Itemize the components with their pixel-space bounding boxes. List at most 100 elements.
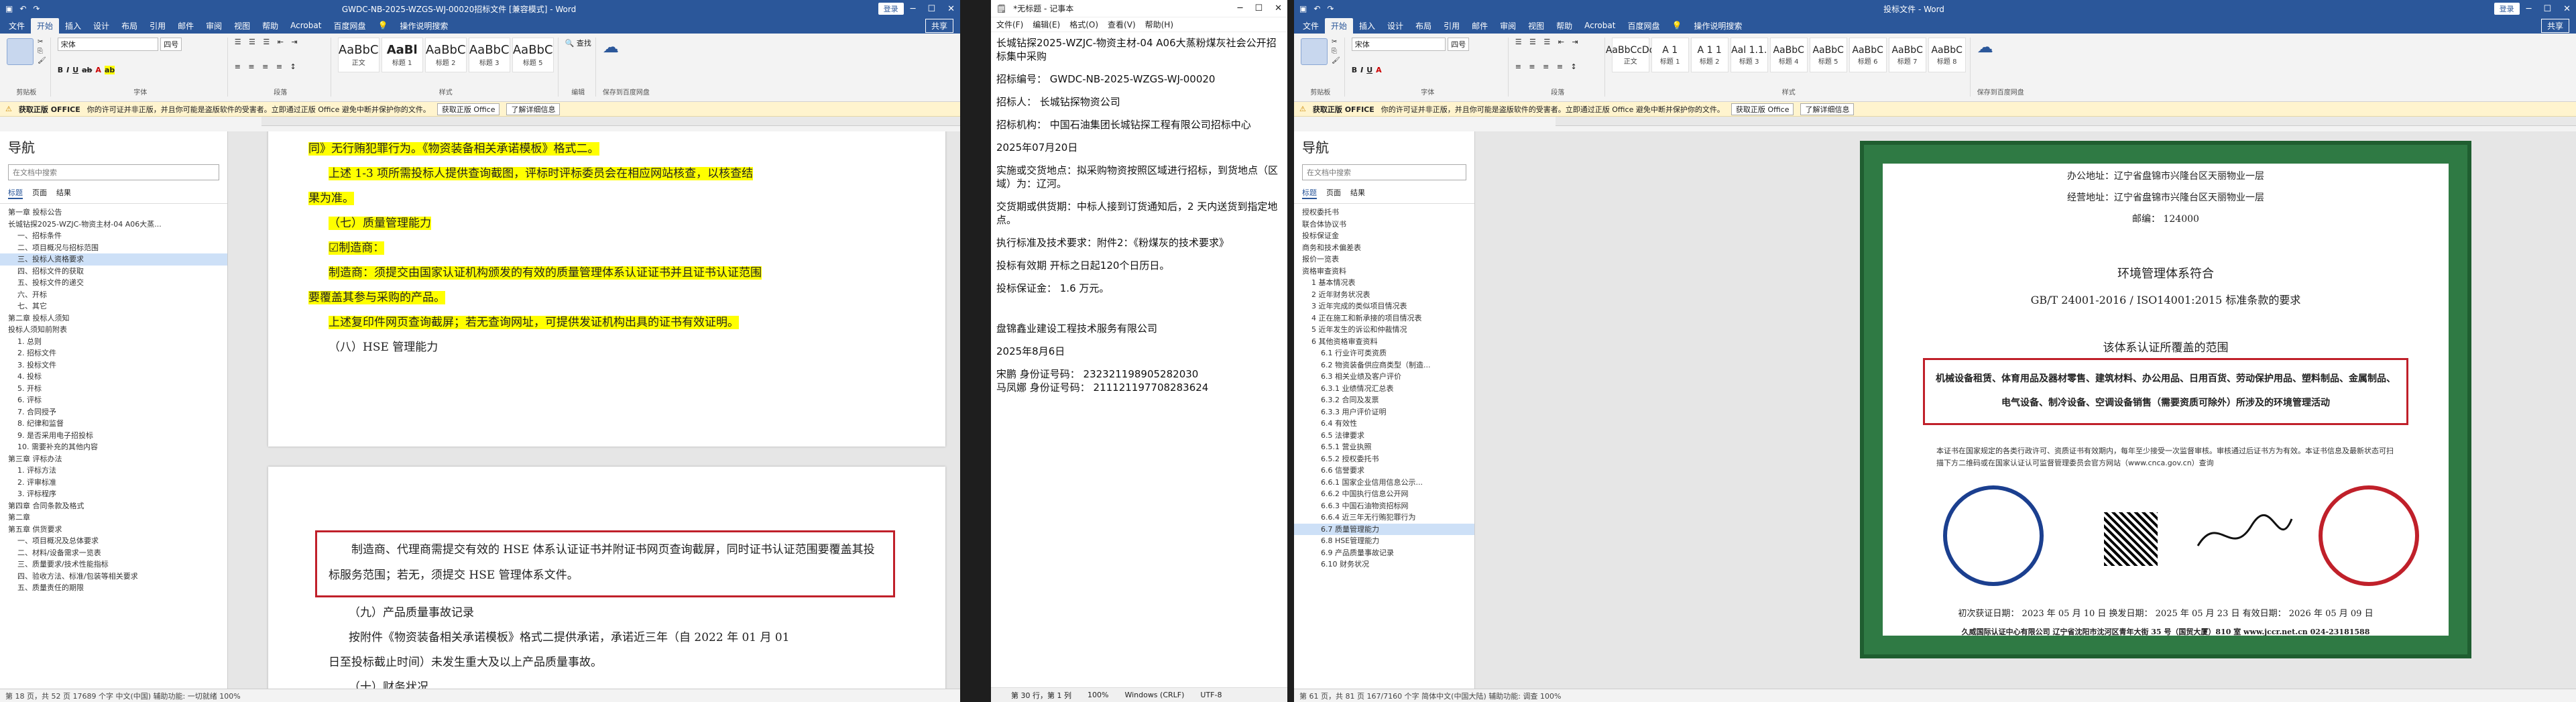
- doc-line[interactable]: 上述复印件网页查询截屏；若无查询网址，可提供发证机构出具的证书有效证明。: [329, 310, 905, 335]
- nav-heading-item[interactable]: 6.3.2 合同及发票: [1294, 394, 1474, 406]
- style-gallery-item[interactable]: AaBbC 标题 5: [1809, 38, 1847, 72]
- doc-line[interactable]: 按附件《物资装备相关承诺模板》格式二提供承诺，承诺近三年（自 2022 年 01…: [349, 626, 905, 650]
- nav-heading-item[interactable]: 授权委托书: [1294, 207, 1474, 219]
- nav-heading-item[interactable]: 五、投标文件的递交: [0, 277, 227, 289]
- save-icon[interactable]: ▣: [1299, 4, 1307, 13]
- style-heading5[interactable]: AaBbC 标题 5: [512, 38, 554, 72]
- nav-heading-item[interactable]: 四、招标文件的获取: [0, 266, 227, 278]
- cloud-icon[interactable]: ☁: [1977, 38, 2024, 56]
- paste-icon[interactable]: [1301, 38, 1328, 65]
- menu-format[interactable]: 格式(O): [1069, 19, 1098, 30]
- nav-heading-item[interactable]: 6.6.1 国家企业信用信息公示...: [1294, 477, 1474, 489]
- close-icon[interactable]: ✕: [947, 4, 955, 14]
- tab-insert[interactable]: 插入: [1353, 18, 1381, 34]
- nav-heading-item[interactable]: 七、其它: [0, 300, 227, 312]
- tab-layout[interactable]: 布局: [1409, 18, 1438, 34]
- tab-home[interactable]: 开始: [31, 17, 60, 34]
- notepad-text-area[interactable]: 长城钻探2025-WZJC-物资主材-04 A06大蒸粉煤灰社会公开招标集中采购…: [991, 32, 1287, 408]
- nav-heading-item[interactable]: 6.6.2 中国执行信息公开网: [1294, 488, 1474, 500]
- find-icon[interactable]: 🔍 查找: [565, 38, 591, 48]
- undo-icon[interactable]: ↶: [19, 4, 26, 13]
- style-gallery-item[interactable]: AaBbC 标题 4: [1769, 38, 1808, 72]
- doc-line[interactable]: （八）HSE 管理能力: [329, 335, 905, 360]
- cloud-icon[interactable]: ☁: [603, 38, 650, 56]
- ruler[interactable]: [1556, 117, 2576, 126]
- maximize-icon[interactable]: ☐: [927, 4, 935, 14]
- tab-view[interactable]: 视图: [1522, 18, 1550, 34]
- nav-heading-item[interactable]: 6.5.2 授权委托书: [1294, 453, 1474, 465]
- nav-heading-item[interactable]: 2 近年财务状况表: [1294, 289, 1474, 301]
- tab-baidu[interactable]: 百度网盘: [327, 18, 371, 34]
- nav-heading-item[interactable]: 9. 是否采用电子招投标: [0, 430, 227, 442]
- nav-heading-item[interactable]: 8. 纪律和监督: [0, 418, 227, 430]
- nav-heading-item[interactable]: 5. 开标: [0, 383, 227, 395]
- nav-heading-item[interactable]: 3 近年完成的类似项目情况表: [1294, 300, 1474, 312]
- minimize-icon[interactable]: ─: [1238, 3, 1243, 13]
- get-office-button[interactable]: 获取正版 Office: [1731, 103, 1794, 115]
- menu-view[interactable]: 查看(V): [1108, 19, 1136, 30]
- tab-references[interactable]: 引用: [143, 18, 172, 34]
- tell-me-search[interactable]: 操作说明搜索: [394, 18, 454, 34]
- menu-file[interactable]: 文件(F): [996, 19, 1023, 30]
- align-icons[interactable]: ≡ ≡ ≡ ≡ ↕: [235, 62, 327, 71]
- redo-icon[interactable]: ↷: [33, 4, 40, 13]
- nav-heading-item[interactable]: 二、材料/设备需求一览表: [0, 547, 227, 559]
- doc-line[interactable]: （七）质量管理能力: [329, 211, 905, 236]
- nav-heading-item[interactable]: 1. 总则: [0, 336, 227, 348]
- doc-line[interactable]: 果为准。: [308, 186, 905, 211]
- underline-button[interactable]: U: [1366, 66, 1372, 74]
- style-gallery-item[interactable]: AaBbC 标题 6: [1849, 38, 1887, 72]
- nav-heading-item[interactable]: 资格审查资料: [1294, 266, 1474, 278]
- nav-heading-item[interactable]: 六、开标: [0, 289, 227, 301]
- tell-me-search[interactable]: 操作说明搜索: [1688, 18, 1748, 34]
- nav-heading-item[interactable]: 三、投标人资格要求: [0, 253, 227, 266]
- sign-in-button[interactable]: 登录: [878, 3, 904, 15]
- nav-heading-item[interactable]: 6 其他资格审查资料: [1294, 336, 1474, 348]
- nav-heading-item[interactable]: 一、招标条件: [0, 230, 227, 242]
- nav-tab-pages[interactable]: 页面: [32, 187, 47, 199]
- align-icons[interactable]: ≡ ≡ ≡ ≡ ↕: [1515, 62, 1600, 71]
- nav-tab-results[interactable]: 结果: [1350, 187, 1365, 199]
- tab-home[interactable]: 开始: [1325, 17, 1354, 34]
- underline-button[interactable]: U: [72, 66, 78, 74]
- nav-heading-item[interactable]: 3. 投标文件: [0, 359, 227, 371]
- tab-help[interactable]: 帮助: [1550, 18, 1578, 34]
- tab-file[interactable]: 文件: [3, 18, 31, 34]
- nav-heading-item[interactable]: 6.2 物资装备供应商类型（制造...: [1294, 359, 1474, 371]
- style-gallery-item[interactable]: Aal 1.1. 标题 3: [1730, 38, 1768, 72]
- tab-mailings[interactable]: 邮件: [172, 18, 200, 34]
- undo-icon[interactable]: ↶: [1313, 4, 1320, 13]
- nav-tab-pages[interactable]: 页面: [1326, 187, 1341, 199]
- nav-heading-item[interactable]: 6.10 财务状况: [1294, 559, 1474, 571]
- list-icons[interactable]: ☰ ☰ ☰ ⇤ ⇥: [235, 38, 327, 46]
- nav-heading-item[interactable]: 6.3 相关业绩及客户评价: [1294, 371, 1474, 383]
- minimize-icon[interactable]: ─: [2526, 4, 2532, 14]
- get-office-button[interactable]: 获取正版 Office: [436, 103, 500, 115]
- share-button[interactable]: 共享: [925, 18, 953, 33]
- highlight-button[interactable]: ab: [104, 66, 115, 74]
- close-icon[interactable]: ✕: [2563, 4, 2571, 14]
- nav-heading-item[interactable]: 投标保证金: [1294, 230, 1474, 242]
- menu-help[interactable]: 帮助(H): [1145, 19, 1173, 30]
- nav-heading-item[interactable]: 6.6.4 近三年无行贿犯罪行为: [1294, 512, 1474, 524]
- nav-heading-item[interactable]: 1 基本情况表: [1294, 277, 1474, 289]
- redo-icon[interactable]: ↷: [1327, 4, 1334, 13]
- nav-heading-item[interactable]: 4 正在施工和新承接的项目情况表: [1294, 312, 1474, 325]
- ruler[interactable]: [261, 117, 960, 126]
- nav-tab-headings[interactable]: 标题: [8, 187, 23, 199]
- learn-more-button[interactable]: 了解详细信息: [1800, 103, 1855, 115]
- save-icon[interactable]: ▣: [5, 4, 13, 13]
- tab-review[interactable]: 审阅: [200, 18, 228, 34]
- tab-view[interactable]: 视图: [228, 18, 256, 34]
- nav-heading-item[interactable]: 第二章: [0, 512, 227, 524]
- nav-heading-item[interactable]: 6.6.3 中国石油物资招标网: [1294, 500, 1474, 512]
- nav-heading-item[interactable]: 联合体协议书: [1294, 219, 1474, 231]
- tab-review[interactable]: 审阅: [1494, 18, 1522, 34]
- tab-references[interactable]: 引用: [1438, 18, 1466, 34]
- nav-heading-item[interactable]: 6.3.3 用户评价证明: [1294, 406, 1474, 418]
- nav-heading-item[interactable]: 10. 需要补充的其他内容: [0, 441, 227, 453]
- nav-heading-item[interactable]: 6.7 质量管理能力: [1294, 523, 1474, 535]
- minimize-icon[interactable]: ─: [911, 4, 916, 14]
- doc-line[interactable]: 同》无行贿犯罪行为。《物资装备相关承诺模板》格式二。: [308, 137, 905, 162]
- tab-design[interactable]: 设计: [87, 18, 115, 34]
